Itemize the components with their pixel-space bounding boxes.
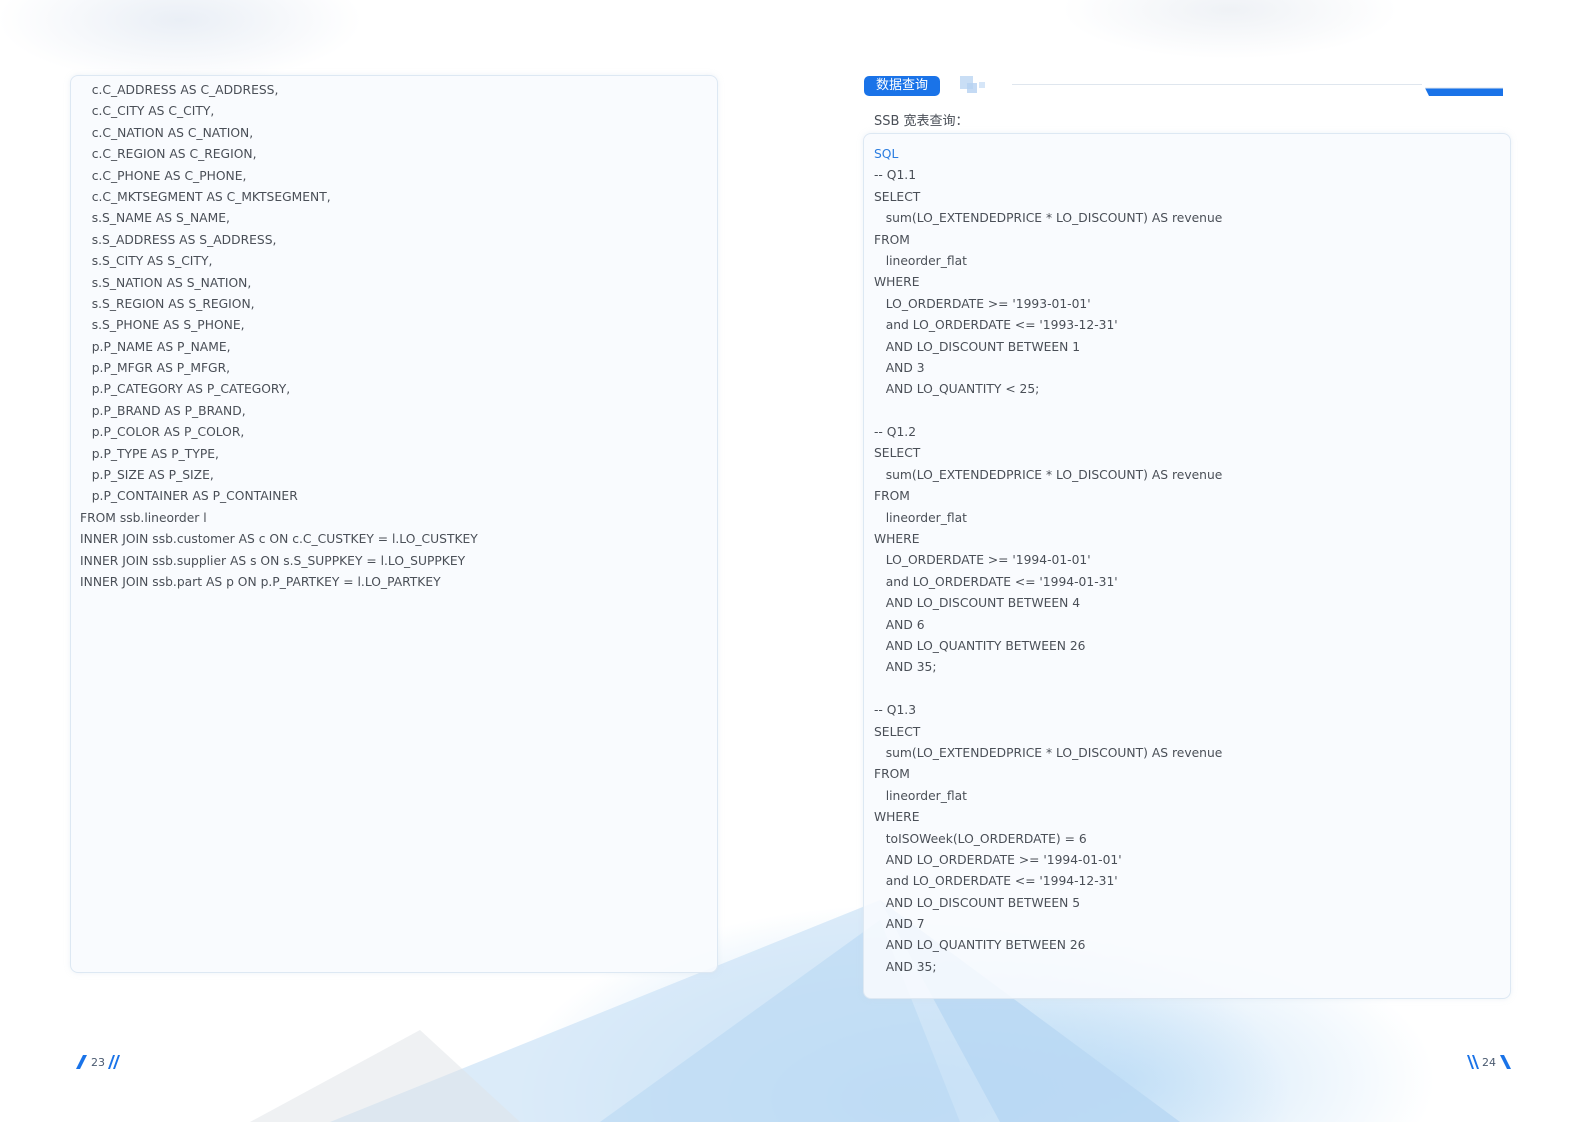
code-line: p.P_MFGR AS P_MFGR, xyxy=(80,361,231,376)
code-line: AND LO_QUANTITY BETWEEN 26 xyxy=(874,938,1086,953)
code-line: p.P_NAME AS P_NAME, xyxy=(80,339,231,354)
slash-icon xyxy=(76,1055,87,1069)
section-tag: 数据查询 xyxy=(864,76,940,96)
backslash-icon xyxy=(1500,1055,1511,1069)
code-line: SELECT xyxy=(874,446,921,461)
code-line: c.C_CITY AS C_CITY, xyxy=(80,104,215,119)
code-line: and LO_ORDERDATE <= '1993-12-31' xyxy=(874,318,1118,333)
double-backslash-icon xyxy=(1467,1055,1479,1069)
code-line: sum(LO_EXTENDEDPRICE * LO_DISCOUNT) AS r… xyxy=(874,745,1223,760)
code-line: s.S_CITY AS S_CITY, xyxy=(80,254,213,269)
code-line: AND LO_QUANTITY < 25; xyxy=(874,382,1040,397)
code-line: lineorder_flat xyxy=(874,510,967,525)
code-line: c.C_PHONE AS C_PHONE, xyxy=(80,168,247,183)
page-number-right-label: 24 xyxy=(1482,1055,1496,1069)
code-line: FROM ssb.lineorder l xyxy=(80,510,207,525)
squares-decoration-icon xyxy=(960,76,985,93)
code-line: AND 6 xyxy=(874,617,925,632)
code-line: INNER JOIN ssb.customer AS c ON c.C_CUST… xyxy=(80,532,478,547)
code-line: WHERE xyxy=(874,532,920,547)
code-line: AND 35; xyxy=(874,959,937,974)
double-slash-icon xyxy=(108,1055,120,1069)
code-line: INNER JOIN ssb.part AS p ON p.P_PARTKEY … xyxy=(80,574,441,589)
code-line: toISOWeek(LO_ORDERDATE) = 6 xyxy=(874,831,1087,846)
code-line: WHERE xyxy=(874,810,920,825)
code-line: FROM xyxy=(874,489,910,504)
page-number-left-label: 23 xyxy=(91,1055,105,1069)
code-line: p.P_CATEGORY AS P_CATEGORY, xyxy=(80,382,291,397)
code-line: LO_ORDERDATE >= '1994-01-01' xyxy=(874,553,1091,568)
code-line: s.S_PHONE AS S_PHONE, xyxy=(80,318,245,333)
code-line: LO_ORDERDATE >= '1993-01-01' xyxy=(874,296,1091,311)
code-line: -- Q1.3 xyxy=(874,703,917,718)
code-line: FROM xyxy=(874,767,910,782)
code-line: AND LO_DISCOUNT BETWEEN 4 xyxy=(874,596,1081,611)
header-tab-decoration xyxy=(1425,87,1503,96)
code-line: c.C_MKTSEGMENT AS C_MKTSEGMENT, xyxy=(80,189,331,204)
code-line: s.S_NAME AS S_NAME, xyxy=(80,211,230,226)
code-line: s.S_NATION AS S_NATION, xyxy=(80,275,252,290)
code-line: AND 7 xyxy=(874,917,925,932)
code-line: sum(LO_EXTENDEDPRICE * LO_DISCOUNT) AS r… xyxy=(874,467,1223,482)
code-line: lineorder_flat xyxy=(874,253,967,268)
code-line: c.C_NATION AS C_NATION, xyxy=(80,125,254,140)
sub-heading: SSB 宽表查询： xyxy=(874,114,969,129)
code-line: -- Q1.2 xyxy=(874,425,917,440)
header-divider xyxy=(1012,84,1422,85)
code-line: AND LO_QUANTITY BETWEEN 26 xyxy=(874,638,1086,653)
code-line: SELECT xyxy=(874,724,921,739)
code-line: c.C_ADDRESS AS C_ADDRESS, xyxy=(80,83,279,97)
code-line: p.P_CONTAINER AS P_CONTAINER xyxy=(80,489,298,504)
code-line: INNER JOIN ssb.supplier AS s ON s.S_SUPP… xyxy=(80,553,466,568)
code-line: AND LO_DISCOUNT BETWEEN 1 xyxy=(874,339,1081,354)
page-number-right: 24 xyxy=(1466,1055,1512,1069)
code-line: and LO_ORDERDATE <= '1994-12-31' xyxy=(874,874,1118,889)
code-line: AND LO_ORDERDATE >= '1994-01-01' xyxy=(874,852,1122,867)
code-line: AND 35; xyxy=(874,660,937,675)
code-line: -- Q1.1 xyxy=(874,168,917,183)
code-line: lineorder_flat xyxy=(874,788,967,803)
code-line: AND LO_DISCOUNT BETWEEN 5 xyxy=(874,895,1081,910)
code-line: p.P_COLOR AS P_COLOR, xyxy=(80,425,245,440)
code-line: p.P_BRAND AS P_BRAND, xyxy=(80,403,246,418)
code-line: SQL xyxy=(874,147,899,161)
page-number-left: 23 xyxy=(75,1055,121,1069)
right-code-block: SQL -- Q1.1 SELECT sum(LO_EXTENDEDPRICE * … xyxy=(874,144,1222,978)
code-line: AND 3 xyxy=(874,360,925,375)
code-line: p.P_TYPE AS P_TYPE, xyxy=(80,446,219,461)
code-line: s.S_ADDRESS AS S_ADDRESS, xyxy=(80,232,277,247)
code-line: sum(LO_EXTENDEDPRICE * LO_DISCOUNT) AS r… xyxy=(874,211,1223,226)
code-line: and LO_ORDERDATE <= '1994-01-31' xyxy=(874,574,1118,589)
code-line: FROM xyxy=(874,232,910,247)
code-line: WHERE xyxy=(874,275,920,290)
code-line: p.P_SIZE AS P_SIZE, xyxy=(80,468,214,483)
code-line: c.C_REGION AS C_REGION, xyxy=(80,147,257,162)
left-code-block: c.C_ADDRESS AS C_ADDRESS, c.C_CITY AS C_… xyxy=(80,80,478,593)
code-line: s.S_REGION AS S_REGION, xyxy=(80,296,255,311)
code-line: SELECT xyxy=(874,189,921,204)
